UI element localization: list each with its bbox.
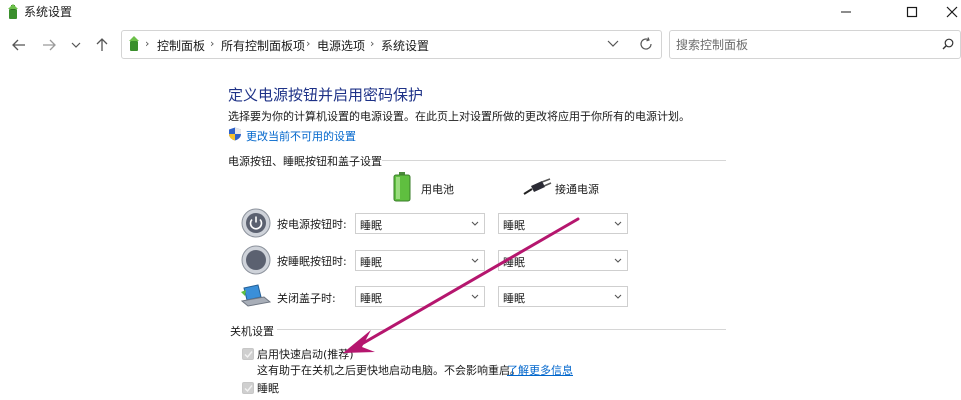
chevron-down-icon: [614, 294, 622, 299]
control-panel-app-icon: [8, 4, 18, 19]
maximize-icon: [906, 6, 918, 18]
title-bar: 系统设置: [0, 0, 961, 24]
recent-locations-button[interactable]: [66, 35, 86, 55]
close-button[interactable]: [929, 0, 961, 24]
fast-startup-checkbox[interactable]: [242, 348, 254, 360]
section-divider: [277, 329, 726, 330]
back-button[interactable]: [9, 35, 29, 55]
fast-startup-help-text: 这有助于在关机之后更快地启动电脑。不会影响重启。: [257, 364, 521, 377]
address-bar[interactable]: › 控制面板 › 所有控制面板项 › 电源选项 › 系统设置: [121, 30, 662, 59]
sleep-button-plugged-select[interactable]: 睡眠: [498, 250, 628, 271]
window-title: 系统设置: [24, 5, 73, 19]
chevron-down-icon: [71, 42, 81, 48]
minimize-button[interactable]: [823, 0, 869, 24]
arrow-right-icon: [43, 39, 56, 51]
chevron-down-icon: [471, 294, 479, 299]
chevron-down-icon: [471, 258, 479, 263]
address-dropdown-icon[interactable]: [607, 39, 619, 49]
fast-startup-label: 启用快速启动(推荐): [257, 348, 354, 361]
breadcrumb-all-items[interactable]: 所有控制面板项: [221, 37, 305, 54]
plugged-in-column-label: 接通电源: [555, 183, 599, 196]
power-button-plugged-select[interactable]: 睡眠: [498, 213, 628, 234]
section-divider: [382, 160, 726, 161]
search-box[interactable]: [669, 30, 961, 59]
power-button-row-label: 按电源按钮时:: [277, 218, 347, 231]
power-plug-icon: [523, 178, 552, 195]
sleep-button-battery-select[interactable]: 睡眠: [355, 250, 485, 271]
lid-close-plugged-select[interactable]: 睡眠: [498, 286, 628, 307]
search-input[interactable]: [676, 36, 926, 54]
select-value: 睡眠: [503, 256, 525, 269]
sleep-checkbox[interactable]: [242, 382, 254, 394]
select-value: 睡眠: [503, 219, 525, 232]
minimize-icon: [841, 11, 851, 13]
forward-button[interactable]: [39, 35, 59, 55]
shutdown-section-heading: 关机设置: [230, 325, 274, 338]
arrow-left-icon: [12, 39, 25, 51]
navigation-bar: › 控制面板 › 所有控制面板项 › 电源选项 › 系统设置: [0, 26, 961, 64]
search-icon[interactable]: [942, 38, 954, 50]
control-panel-icon: [129, 36, 139, 51]
breadcrumb-separator-icon: ›: [370, 37, 375, 50]
sleep-label: 睡眠: [257, 382, 279, 395]
sleep-button-icon: [241, 245, 271, 275]
select-value: 睡眠: [360, 256, 382, 269]
power-button-icon: [241, 208, 271, 238]
checkmark-icon: [244, 385, 253, 393]
checkmark-icon: [244, 351, 253, 359]
power-button-battery-select[interactable]: 睡眠: [355, 213, 485, 234]
chevron-down-icon: [614, 258, 622, 263]
select-value: 睡眠: [360, 292, 382, 305]
breadcrumb-power-options[interactable]: 电源选项: [317, 37, 365, 54]
sleep-button-row-label: 按睡眠按钮时:: [277, 255, 347, 268]
select-value: 睡眠: [503, 292, 525, 305]
chevron-down-icon: [614, 221, 622, 226]
lid-close-battery-select[interactable]: 睡眠: [355, 286, 485, 307]
laptop-lid-icon: [240, 284, 272, 307]
breadcrumb-separator-icon: ›: [306, 37, 311, 50]
lid-close-row-label: 关闭盖子时:: [277, 292, 336, 305]
arrow-up-icon: [96, 38, 108, 51]
chevron-down-icon: [471, 221, 479, 226]
uac-shield-icon: [229, 127, 241, 141]
page-title: 定义电源按钮并启用密码保护: [228, 86, 424, 104]
refresh-icon[interactable]: [639, 37, 653, 51]
learn-more-link[interactable]: 了解更多信息: [507, 362, 573, 378]
up-button[interactable]: [92, 35, 112, 55]
breadcrumb-control-panel[interactable]: 控制面板: [157, 37, 205, 54]
breadcrumb-separator-icon: ›: [210, 37, 215, 50]
close-icon: [946, 6, 958, 18]
main-content: 定义电源按钮并启用密码保护 选择要为你的计算机设置的电源设置。在此页上对设置所做…: [0, 64, 961, 400]
battery-icon: [393, 172, 411, 202]
power-buttons-section-heading: 电源按钮、睡眠按钮和盖子设置: [228, 155, 382, 168]
page-description: 选择要为你的计算机设置的电源设置。在此页上对设置所做的更改将应用于你所有的电源计…: [228, 110, 690, 123]
battery-column-label: 用电池: [421, 183, 454, 196]
breadcrumb-system-settings[interactable]: 系统设置: [381, 37, 429, 54]
breadcrumb-separator-icon: ›: [145, 37, 150, 50]
select-value: 睡眠: [360, 219, 382, 232]
change-unavailable-settings-link[interactable]: 更改当前不可用的设置: [246, 128, 356, 144]
